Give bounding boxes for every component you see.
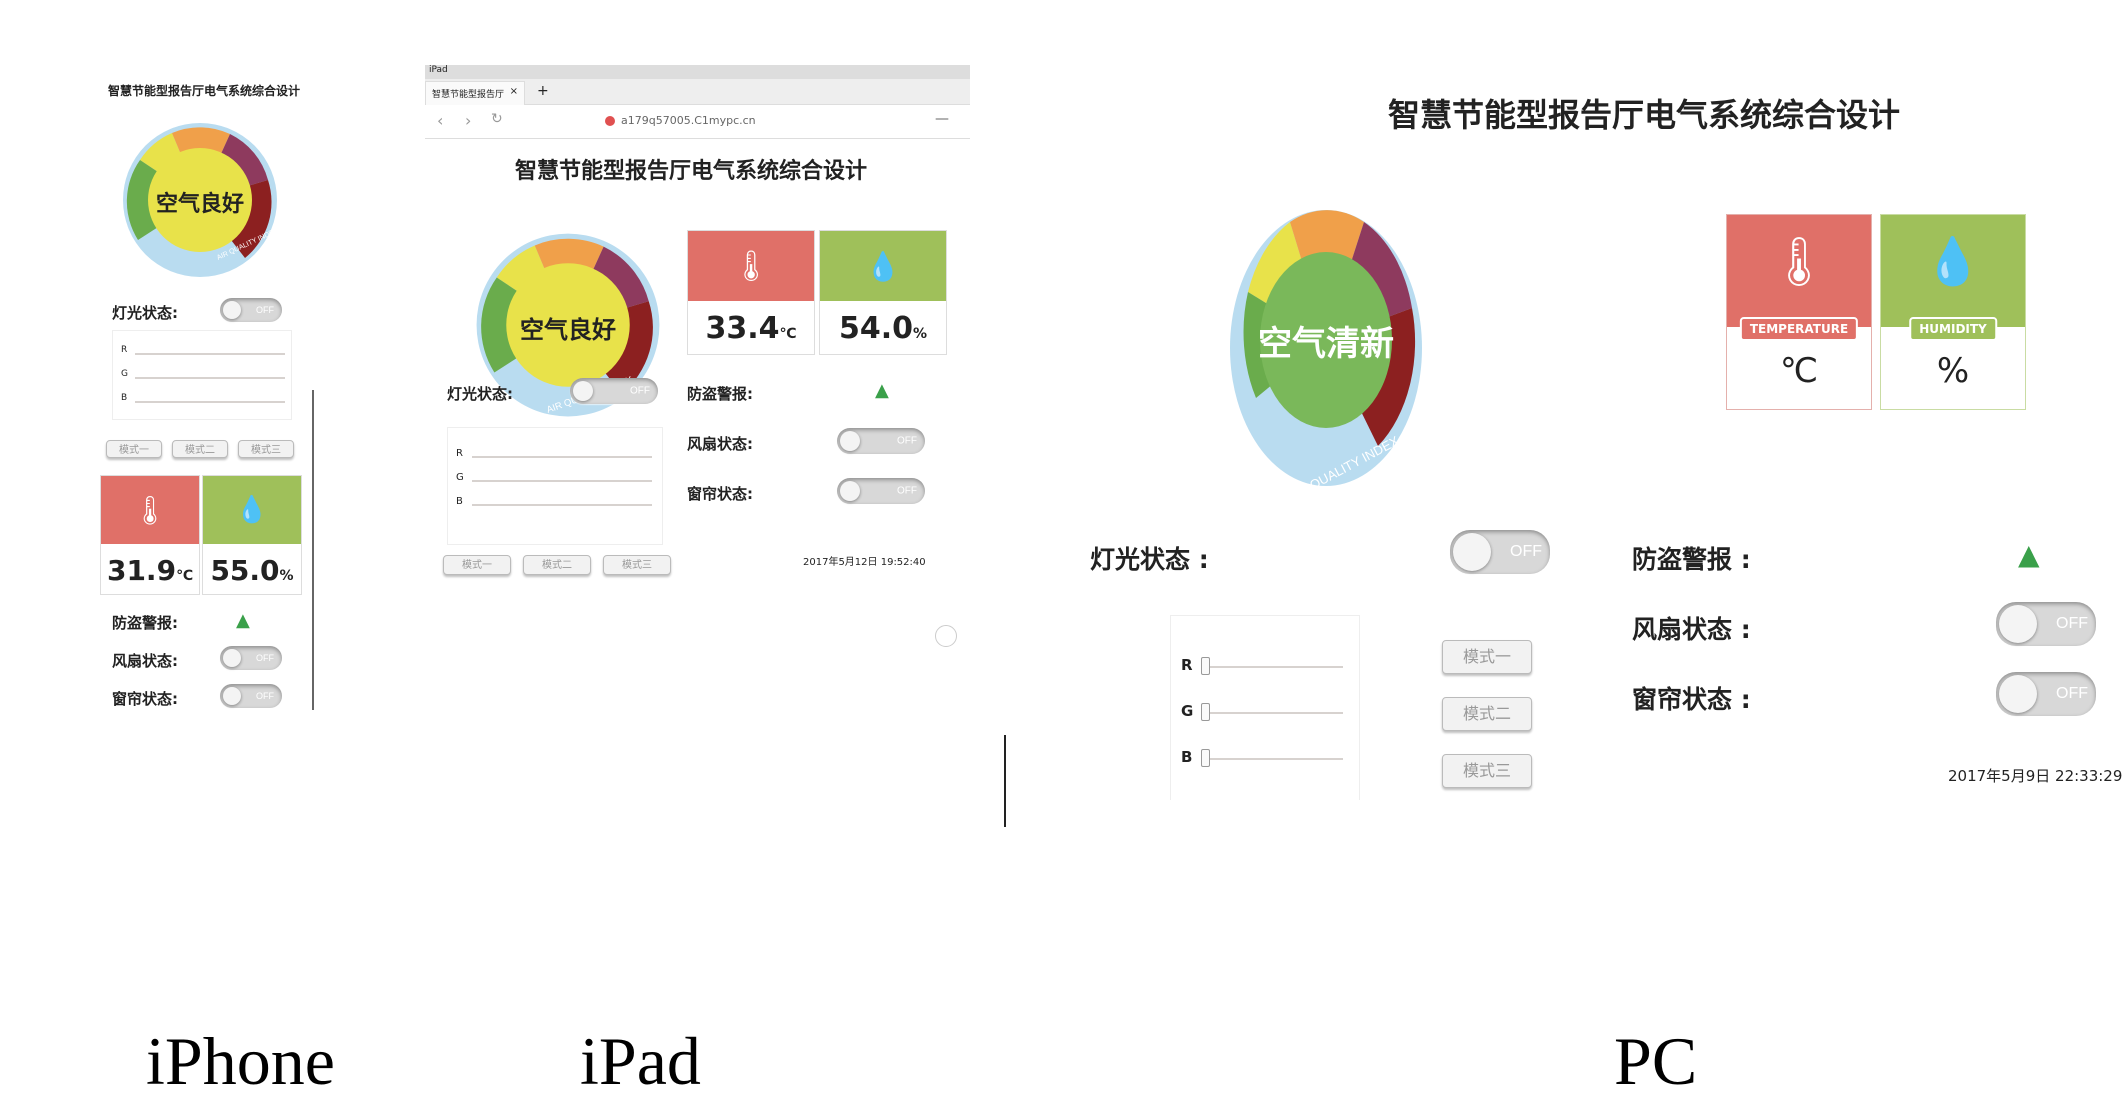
close-icon[interactable]: × [510,86,518,97]
ipad-mode-2-button[interactable]: 模式二 [523,555,591,575]
iphone-slider-g[interactable] [135,377,285,379]
iphone-curtain-label: 窗帘状态: [112,690,178,708]
pc-title: 智慧节能型报告厅电气系统综合设计 [1388,96,1901,134]
bell-icon: ▲ [236,610,250,631]
secure-icon [605,116,615,126]
pc-air-status: 空气清新 [1258,324,1394,364]
iphone-screen: 智慧节能型报告厅电气系统综合设计 AIR QUALITY INDEX 空气良好 … [100,70,320,800]
iphone-temperature-card: 🌡 31.9℃ [100,475,200,595]
pc-alarm-label: 防盗警报 : [1632,545,1751,574]
iphone-humidity-value: 55.0% [210,554,294,587]
iphone-mode-3-button[interactable]: 模式三 [238,440,294,458]
iphone-fan-toggle[interactable]: OFF [220,646,282,670]
pc-curtain-label: 窗帘状态 : [1632,685,1751,714]
ipad-temperature-value: 33.4℃ [705,311,797,346]
iphone-mode-2-button[interactable]: 模式二 [172,440,228,458]
pc-slider-r[interactable] [1201,666,1343,668]
iphone-light-toggle[interactable]: OFF [220,298,282,322]
reload-icon[interactable]: ↻ [491,111,503,127]
pc-slider-b[interactable] [1201,758,1343,760]
pc-mode-2-button[interactable]: 模式二 [1442,697,1532,731]
iphone-slider-r[interactable] [135,353,285,355]
pc-screen: 智慧节能型报告厅电气系统综合设计 AIR QUALITY INDEX 空气清新 … [1070,80,2122,820]
iphone-rgb-panel: R G B [112,330,292,420]
ipad-humidity-value: 54.0% [838,311,928,346]
ipad-air-status: 空气良好 [520,316,616,344]
caption-ipad: iPad [580,1023,701,1099]
new-tab-icon[interactable]: + [537,83,549,99]
thermometer-icon: 🌡 [731,248,771,284]
droplet-icon: 💧 [235,495,269,525]
pc-fan-label: 风扇状态 : [1632,615,1751,644]
ipad-title: 智慧节能型报告厅电气系统综合设计 [515,159,868,184]
forward-icon[interactable]: › [465,111,471,130]
pc-light-toggle[interactable]: OFF [1450,530,1550,574]
ipad-light-toggle[interactable]: OFF [570,378,658,404]
pc-humidity-unit: % [1936,351,1970,391]
thermometer-icon: 🌡 [132,493,168,527]
pc-datetime: 2017年5月9日 22:33:29 [1948,767,2123,785]
menu-icon[interactable]: — [935,111,949,127]
ipad-fan-label: 风扇状态: [687,435,753,453]
bell-icon: ▲ [875,380,889,401]
ipad-curtain-toggle[interactable]: OFF [837,478,925,504]
iphone-light-label: 灯光状态: [112,304,178,322]
bell-icon: ▲ [2018,538,2040,571]
iphone-title: 智慧节能型报告厅电气系统综合设计 [108,84,301,98]
ipad-humidity-card: 💧 54.0% [819,230,947,355]
pc-temperature-card: 🌡 TEMPERATURE ℃ [1726,214,1872,410]
back-icon[interactable]: ‹ [437,111,443,130]
iphone-humidity-card: 💧 55.0% [202,475,302,595]
pc-mode-1-button[interactable]: 模式一 [1442,640,1532,674]
ipad-datetime: 2017年5月12日 19:52:40 [803,557,926,568]
iphone-curtain-toggle[interactable]: OFF [220,684,282,708]
iphone-mode-1-button[interactable]: 模式一 [106,440,162,458]
pc-air-gauge: AIR QUALITY INDEX 空气清新 [1228,208,1424,488]
iphone-slider-b[interactable] [135,401,285,403]
iphone-air-gauge: AIR QUALITY INDEX 空气良好 [120,120,280,280]
pc-mode-3-button[interactable]: 模式三 [1442,754,1532,788]
ipad-light-label: 灯光状态: [447,385,513,403]
pc-humidity-card: 💧 HUMIDITY % [1880,214,2026,410]
ipad-alarm-label: 防盗警报: [687,385,753,403]
ipad-url[interactable]: a179q57005.C1mypc.cn [621,114,756,127]
pc-slider-g[interactable] [1201,712,1343,714]
iphone-alarm-label: 防盗警报: [112,614,178,632]
ipad-tab[interactable]: 智慧节能型报告厅 × [425,81,525,105]
iphone-air-status: 空气良好 [155,192,244,217]
pc-rgb-panel: R G B [1170,615,1360,800]
ipad-slider-g[interactable] [472,480,652,482]
droplet-icon: 💧 [1924,233,1982,288]
pc-curtain-toggle[interactable]: OFF [1996,672,2096,716]
pc-temperature-unit: ℃ [1779,351,1819,391]
droplet-icon: 💧 [865,249,901,283]
iphone-fan-label: 风扇状态: [112,652,178,670]
pc-temperature-tag: TEMPERATURE [1739,317,1859,341]
ipad-mode-1-button[interactable]: 模式一 [443,555,511,575]
ipad-slider-b[interactable] [472,504,652,506]
ipad-tab-bar: 智慧节能型报告厅 × + [425,79,970,105]
thermometer-icon: 🌡 [1768,233,1830,290]
ipad-address-bar: ‹ › ↻ a179q57005.C1mypc.cn — [425,105,970,139]
ipad-rgb-panel: R G B [447,427,663,545]
pc-humidity-tag: HUMIDITY [1909,317,1997,341]
pc-light-label: 灯光状态 : [1090,545,1209,574]
ipad-curtain-label: 窗帘状态: [687,485,753,503]
iphone-temperature-value: 31.9℃ [106,554,194,587]
ipad-scroll-top-icon[interactable] [935,625,957,647]
divider [1004,735,1006,827]
ipad-status-bar: iPad [425,65,970,79]
caption-iphone: iPhone [146,1023,335,1099]
ipad-mode-3-button[interactable]: 模式三 [603,555,671,575]
ipad-temperature-card: 🌡 33.4℃ [687,230,815,355]
ipad-screen: iPad 智慧节能型报告厅 × + ‹ › ↻ a179q57005.C1myp… [425,65,970,785]
caption-pc: PC [1614,1023,1698,1099]
pc-fan-toggle[interactable]: OFF [1996,602,2096,646]
ipad-slider-r[interactable] [472,456,652,458]
ipad-fan-toggle[interactable]: OFF [837,428,925,454]
iphone-scrollbar[interactable] [312,390,314,710]
